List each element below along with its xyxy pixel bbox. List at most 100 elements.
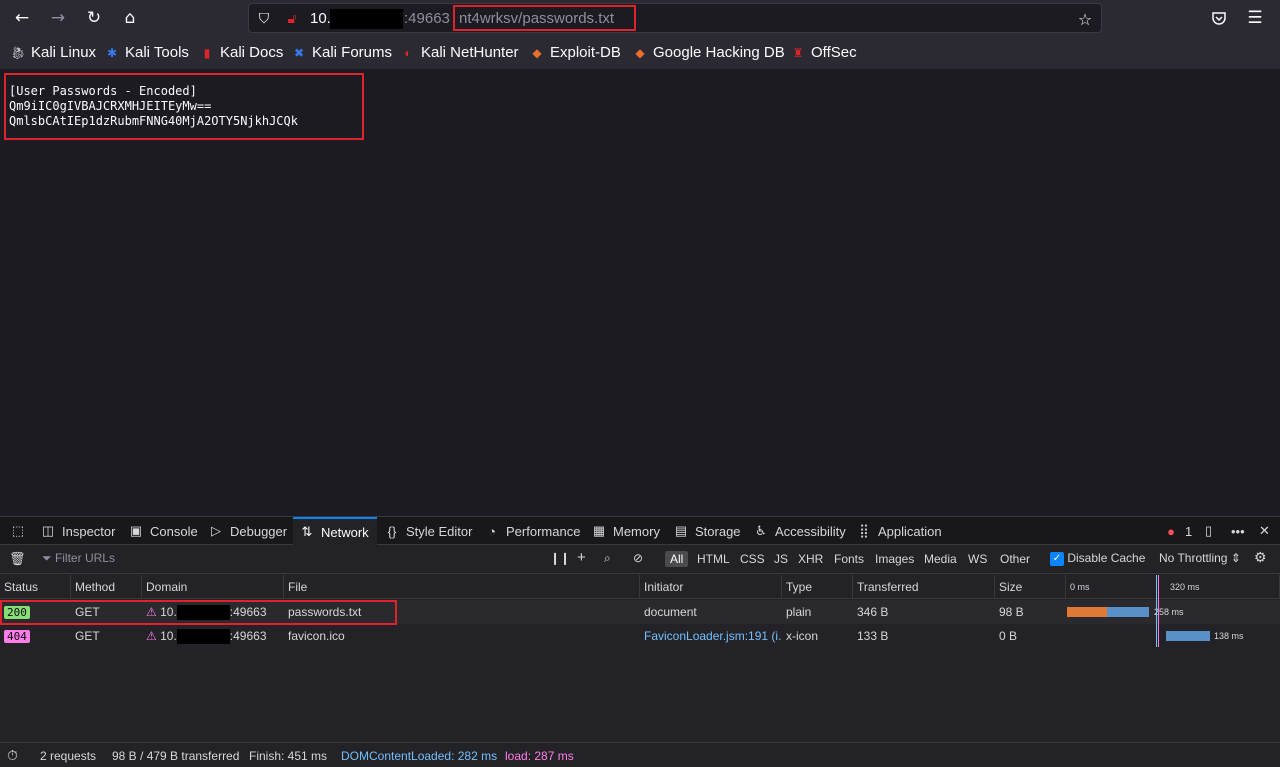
table-row[interactable]: 404 GET ⚠︎ 10.:49663 favicon.ico Favicon… bbox=[0, 624, 1280, 648]
size-cell: 0 B bbox=[999, 629, 1018, 643]
page-content: [User Passwords - Encoded] Qm9iIC0gIVBAJ… bbox=[0, 69, 1280, 516]
domain-redaction bbox=[176, 629, 230, 645]
memory-icon: ▦ bbox=[592, 523, 606, 538]
filter-all[interactable]: All bbox=[665, 551, 689, 567]
reload-button[interactable]: ↻ bbox=[80, 4, 108, 32]
column-initiator[interactable]: Initiator bbox=[640, 575, 782, 599]
summary-load: load: 287 ms bbox=[505, 749, 574, 763]
filter-ws[interactable]: WS bbox=[963, 551, 992, 567]
filter-xhr[interactable]: XHR bbox=[793, 551, 828, 567]
filter-css[interactable]: CSS bbox=[735, 551, 770, 567]
bookmark-kali-linux[interactable]: 🐉︎ Kali Linux bbox=[10, 44, 96, 61]
timing-label: 138 ms bbox=[1214, 631, 1244, 641]
url-path: nt4wrksv/passwords.txt bbox=[453, 5, 636, 31]
clear-button[interactable]: 🗑︎ bbox=[9, 551, 26, 567]
throttling-select[interactable]: No Throttling ⇕ bbox=[1159, 551, 1241, 565]
back-button[interactable]: ← bbox=[8, 4, 36, 32]
tab-inspector[interactable]: ◫ Inspector bbox=[40, 517, 116, 545]
disable-cache-checkbox[interactable]: ✓ Disable Cache bbox=[1050, 551, 1145, 566]
exploit-db-icon: ◆ bbox=[532, 45, 542, 60]
performance-analysis-button[interactable]: ⏱︎ bbox=[7, 747, 18, 764]
waterfall-receive-bar bbox=[1166, 631, 1210, 641]
waterfall-wait-bar bbox=[1067, 607, 1107, 617]
tab-debugger[interactable]: ▷ Debugger bbox=[208, 517, 287, 545]
dock-button[interactable]: ▯ bbox=[1205, 517, 1212, 545]
domain-cell: ⚠︎ 10.:49663 bbox=[146, 629, 267, 645]
gear-icon: ⚙ bbox=[1254, 549, 1267, 565]
home-button[interactable]: ⌂ bbox=[116, 4, 144, 32]
search-button[interactable]: ⌕ bbox=[604, 551, 611, 566]
network-icon: ⇅ bbox=[301, 524, 313, 539]
type-cell: x-icon bbox=[786, 629, 819, 643]
shield-icon[interactable]: ⛉ bbox=[255, 10, 273, 28]
summary-requests: 2 requests bbox=[40, 749, 97, 763]
menu-button[interactable]: ☰ bbox=[1241, 4, 1269, 32]
status-badge: 404 bbox=[4, 630, 30, 643]
insecure-lock-icon[interactable]: 🔓︎ bbox=[283, 10, 301, 28]
devtools-panel: ⬚ ◫ Inspector ▣ Console ▷ Debugger ⇅ Network… bbox=[0, 516, 1280, 767]
transferred-cell: 346 B bbox=[857, 605, 889, 619]
error-count[interactable]: ● 1 bbox=[1163, 517, 1192, 545]
more-options-button[interactable]: ••• bbox=[1231, 517, 1245, 545]
filter-other[interactable]: Other bbox=[995, 551, 1035, 567]
ghdb-icon: ◆ bbox=[635, 45, 645, 60]
column-transferred[interactable]: Transferred bbox=[853, 575, 995, 599]
filter-media[interactable]: Media bbox=[919, 551, 962, 567]
bookmark-kali-tools[interactable]: ✱ Kali Tools bbox=[104, 44, 189, 61]
text-line: [User Passwords - Encoded] bbox=[9, 84, 197, 98]
column-status[interactable]: Status bbox=[0, 575, 71, 599]
filter-fonts[interactable]: Fonts bbox=[829, 551, 869, 567]
bookmark-kali-docs[interactable]: ▮ Kali Docs bbox=[199, 44, 284, 61]
tab-console[interactable]: ▣ Console bbox=[128, 517, 198, 545]
initiator-cell: document bbox=[644, 605, 697, 619]
pause-icon: ❙❙ bbox=[550, 551, 571, 565]
style-editor-icon: {} bbox=[387, 523, 397, 539]
kali-dragon-icon: 🐉︎ bbox=[10, 45, 26, 60]
text-line: QmlsbCAtIEp1dzRubmFNNG40MjA2OTY5NjkhJCQk bbox=[9, 114, 298, 128]
bookmark-offsec[interactable]: ♜ OffSec bbox=[790, 44, 857, 61]
search-icon: ⌕ bbox=[604, 551, 611, 565]
forward-button[interactable]: → bbox=[44, 4, 72, 32]
stopwatch-icon: ⏱︎ bbox=[7, 747, 18, 763]
filter-images[interactable]: Images bbox=[870, 551, 919, 567]
tab-network[interactable]: ⇅ Network bbox=[293, 517, 377, 545]
url-host: 10. bbox=[310, 10, 331, 27]
bookmark-kali-forums[interactable]: ✖ Kali Forums bbox=[291, 44, 392, 61]
tab-style-editor[interactable]: {} Style Editor bbox=[384, 517, 473, 545]
tab-storage[interactable]: ▤ Storage bbox=[673, 517, 741, 545]
add-request-button[interactable]: + bbox=[577, 549, 586, 566]
column-file[interactable]: File bbox=[284, 575, 640, 599]
bookmark-exploit-db[interactable]: ◆ Exploit-DB bbox=[529, 44, 620, 61]
close-devtools-button[interactable]: ✕ bbox=[1259, 517, 1270, 545]
bookmark-kali-nethunter[interactable]: ◐ Kali NetHunter bbox=[400, 44, 518, 61]
filter-urls-input[interactable]: ⏷ Filter URLs bbox=[42, 551, 115, 566]
filter-js[interactable]: JS bbox=[769, 551, 793, 567]
pause-button[interactable]: ❙❙ bbox=[550, 551, 570, 565]
network-settings-button[interactable]: ⚙ bbox=[1254, 549, 1267, 566]
filter-html[interactable]: HTML bbox=[692, 551, 735, 567]
devtools-toolbar: ⬚ ◫ Inspector ▣ Console ▷ Debugger ⇅ Network… bbox=[0, 517, 1280, 545]
block-button[interactable]: ⊘ bbox=[633, 551, 643, 565]
tab-accessibility[interactable]: ♿︎ Accessibility bbox=[753, 517, 846, 545]
column-waterfall[interactable]: 0 ms 320 ms bbox=[1066, 575, 1280, 599]
waterfall-receive-bar bbox=[1107, 607, 1149, 617]
column-domain[interactable]: Domain bbox=[142, 575, 284, 599]
tab-performance[interactable]: ◔ Performance bbox=[484, 517, 580, 545]
column-size[interactable]: Size bbox=[995, 575, 1066, 599]
hamburger-icon: ☰ bbox=[1247, 8, 1263, 28]
bookmark-star-icon[interactable]: ☆ bbox=[1076, 10, 1094, 29]
initiator-link[interactable]: FaviconLoader.jsm:191 (i... bbox=[640, 624, 782, 648]
bookmark-ghdb[interactable]: ◆ Google Hacking DB bbox=[632, 44, 784, 61]
column-method[interactable]: Method bbox=[71, 575, 142, 599]
tab-memory[interactable]: ▦ Memory bbox=[591, 517, 660, 545]
element-picker-button[interactable]: ⬚ bbox=[6, 517, 30, 545]
close-icon: ✕ bbox=[1259, 523, 1270, 538]
url-bar[interactable]: ⛉ 🔓︎ 10. :49663 nt4wrksv/passwords.txt ☆ bbox=[248, 3, 1102, 33]
column-type[interactable]: Type bbox=[782, 575, 853, 599]
dock-icon: ▯ bbox=[1205, 523, 1213, 538]
timing-label: 258 ms bbox=[1154, 607, 1184, 617]
size-cell: 98 B bbox=[999, 605, 1024, 619]
pocket-button[interactable] bbox=[1205, 4, 1233, 32]
navigation-bar: ← → ↻ ⌂ ⛉ 🔓︎ 10. :49663 nt4wrksv/passwor… bbox=[0, 0, 1280, 36]
tab-application[interactable]: ⣿ Application bbox=[856, 517, 941, 545]
